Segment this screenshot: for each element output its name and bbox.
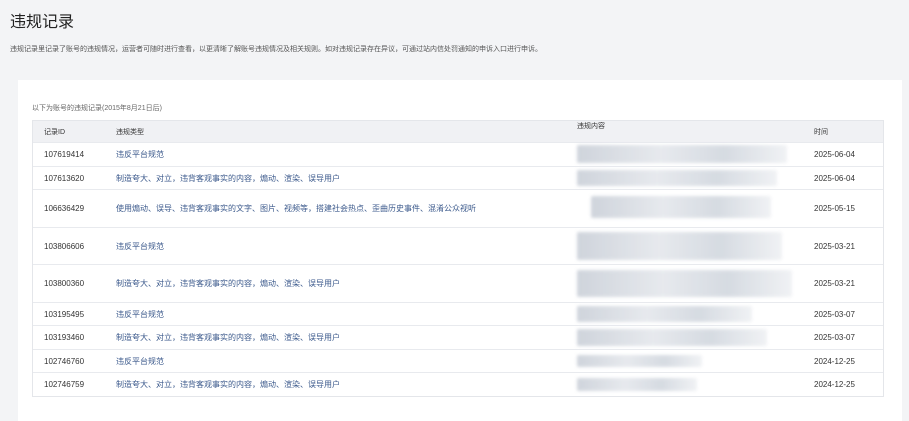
row-type-link[interactable]: 违反平台规范: [116, 356, 577, 367]
redaction-blur: [577, 145, 787, 163]
row-id: 103195495: [44, 309, 85, 319]
row-time: 2025-03-07: [814, 309, 855, 319]
row-content-redacted: [577, 265, 814, 302]
row-id: 103806606: [44, 241, 85, 251]
row-id: 103800360: [44, 279, 85, 288]
row-id: 107613620: [44, 173, 85, 183]
column-header-time: 时间: [814, 128, 828, 136]
row-id: 102746759: [44, 380, 85, 389]
row-id: 106636429: [44, 204, 85, 213]
row-type-link[interactable]: 制造夸大、对立，违背客观事实的内容，煽动、渲染、误导用户: [116, 173, 577, 184]
row-content-redacted: [577, 228, 814, 264]
row-time: 2025-03-21: [814, 279, 855, 288]
row-id: 107619414: [44, 150, 85, 159]
column-header-content: 违规内容: [577, 121, 814, 142]
row-type-link[interactable]: 制造夸大、对立，违背客观事实的内容，煽动、渲染、误导用户: [116, 332, 577, 343]
table-row: 107613620 制造夸大、对立，违背客观事实的内容，煽动、渲染、误导用户 2…: [33, 167, 883, 190]
column-header-type: 违规类型: [116, 128, 144, 136]
violation-records-card: 以下为账号的违规记录(2015年8月21日后) 记录ID 违规类型 违规内容 时…: [18, 80, 902, 421]
table-row: 103195495 违反平台规范 2025-03-07: [33, 303, 883, 326]
redaction-blur: [577, 306, 752, 322]
row-time: 2024-12-25: [814, 356, 855, 366]
table-row: 103800360 制造夸大、对立，违背客观事实的内容，煽动、渲染、误导用户 2…: [33, 265, 883, 303]
page-title: 违规记录: [10, 14, 75, 31]
violation-table: 记录ID 违规类型 违规内容 时间 107619414 违反平台规范 2025-…: [32, 120, 884, 397]
table-row: 102746760 违反平台规范 2024-12-25: [33, 350, 883, 373]
row-time: 2025-03-21: [814, 241, 855, 251]
row-content-redacted: [577, 143, 814, 166]
row-type-link[interactable]: 制造夸大、对立，违背客观事实的内容，煽动、渲染、误导用户: [116, 379, 577, 390]
table-row: 106636429 使用煽动、误导、违背客观事实的文字、图片、视频等，搭建社会热…: [33, 190, 883, 228]
row-type-link[interactable]: 制造夸大、对立，违背客观事实的内容，煽动、渲染、误导用户: [116, 278, 577, 289]
row-time: 2025-06-04: [814, 150, 855, 159]
column-header-id: 记录ID: [44, 128, 65, 136]
row-time: 2025-03-07: [814, 333, 855, 342]
table-header-row: 记录ID 违规类型 违规内容 时间: [33, 121, 883, 143]
redaction-blur: [577, 270, 792, 297]
redaction-blur: [577, 329, 767, 346]
table-row: 107619414 违反平台规范 2025-06-04: [33, 143, 883, 167]
row-content-redacted: [577, 167, 814, 189]
row-content-redacted: [577, 350, 814, 372]
page-description: 违规记录里记录了账号的违规情况，运营者可随时进行查看，以更清晰了解账号违规情况及…: [10, 46, 542, 53]
column-header-content-label: 违规内容: [577, 123, 605, 130]
row-id: 102746760: [44, 356, 85, 366]
row-content-redacted: [577, 303, 814, 325]
row-time: 2024-12-25: [814, 380, 855, 389]
table-row: 102746759 制造夸大、对立，违背客观事实的内容，煽动、渲染、误导用户 2…: [33, 373, 883, 396]
redaction-blur: [591, 196, 771, 218]
row-content-redacted: [577, 373, 814, 396]
table-row: 103806606 违反平台规范 2025-03-21: [33, 228, 883, 265]
row-content-redacted: [577, 190, 814, 227]
redaction-blur: [577, 355, 702, 367]
row-type-link[interactable]: 违反平台规范: [116, 241, 577, 252]
row-time: 2025-06-04: [814, 173, 855, 183]
row-type-link[interactable]: 违反平台规范: [116, 149, 577, 160]
row-time: 2025-05-15: [814, 204, 855, 213]
redaction-blur: [577, 170, 777, 186]
table-subheading: 以下为账号的违规记录(2015年8月21日后): [32, 105, 162, 112]
redaction-blur: [577, 378, 697, 391]
row-id: 103193460: [44, 333, 85, 342]
row-type-link[interactable]: 使用煽动、误导、违背客观事实的文字、图片、视频等，搭建社会热点、歪曲历史事件、混…: [116, 203, 577, 214]
redaction-blur: [577, 232, 782, 260]
row-content-redacted: [577, 326, 814, 349]
table-row: 103193460 制造夸大、对立，违背客观事实的内容，煽动、渲染、误导用户 2…: [33, 326, 883, 350]
row-type-link[interactable]: 违反平台规范: [116, 309, 577, 320]
